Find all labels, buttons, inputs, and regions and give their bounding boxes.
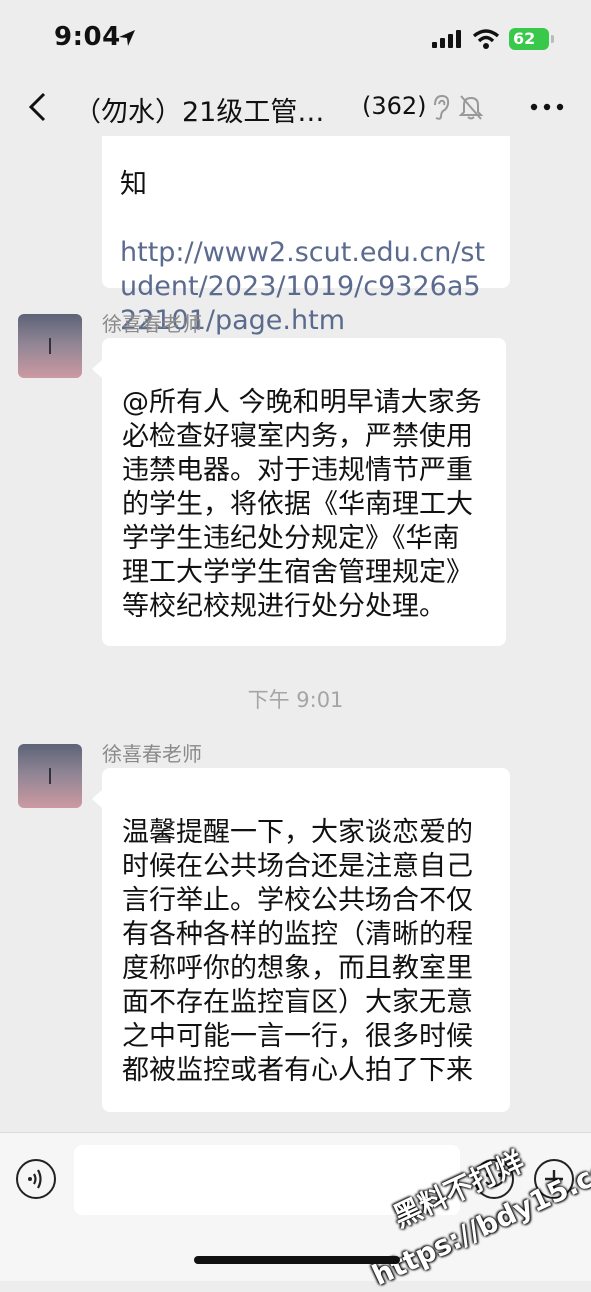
home-indicator[interactable] bbox=[194, 1256, 400, 1264]
status-time: 9:04 bbox=[54, 22, 121, 52]
member-count: (362) bbox=[362, 92, 427, 120]
message-bubble[interactable]: 温馨提醒一下，大家谈恋爱的时候在公共场合还是注意自己言行举止。学校公共场合不仅有… bbox=[92, 768, 510, 1112]
avatar[interactable] bbox=[18, 314, 82, 378]
message-bubble-link[interactable]: 知 http://www2.scut.edu.cn/student/2023/1… bbox=[102, 136, 510, 336]
ear-icon bbox=[434, 94, 450, 120]
location-arrow-icon bbox=[119, 30, 135, 46]
more-options-icon[interactable] bbox=[530, 102, 564, 112]
avatar[interactable] bbox=[18, 744, 82, 808]
message-text: 温馨提醒一下，大家谈恋爱的时候在公共场合还是注意自己言行举止。学校公共场合不仅有… bbox=[122, 817, 473, 1086]
battery-indicator: 62 bbox=[509, 28, 554, 50]
message-text: @所有人 今晚和明早请大家务必检查好寝室内务，严禁使用违禁电器。对于违规情节严重… bbox=[122, 387, 482, 622]
cellular-signal-icon bbox=[432, 30, 461, 48]
message-list[interactable]: 知 http://www2.scut.edu.cn/student/2023/1… bbox=[0, 136, 591, 1132]
sender-name: 徐喜春老师 bbox=[102, 742, 202, 766]
battery-level: 62 bbox=[513, 29, 536, 48]
sender-name: 徐喜春老师 bbox=[102, 312, 202, 336]
status-bar: 9:04 62 bbox=[0, 0, 591, 78]
voice-input-icon[interactable] bbox=[16, 1159, 56, 1199]
message-text: 知 bbox=[120, 169, 147, 200]
chat-header: （勿水）21级工管… (362) bbox=[0, 78, 591, 136]
chat-title[interactable]: （勿水）21级工管… bbox=[74, 90, 324, 129]
back-chevron-icon[interactable] bbox=[22, 90, 56, 124]
message-bubble[interactable]: @所有人 今晚和明早请大家务必检查好寝室内务，严禁使用违禁电器。对于违规情节严重… bbox=[92, 338, 506, 646]
wifi-icon bbox=[472, 29, 500, 49]
muted-bell-icon bbox=[458, 95, 484, 120]
message-timestamp: 下午 9:01 bbox=[247, 688, 344, 712]
